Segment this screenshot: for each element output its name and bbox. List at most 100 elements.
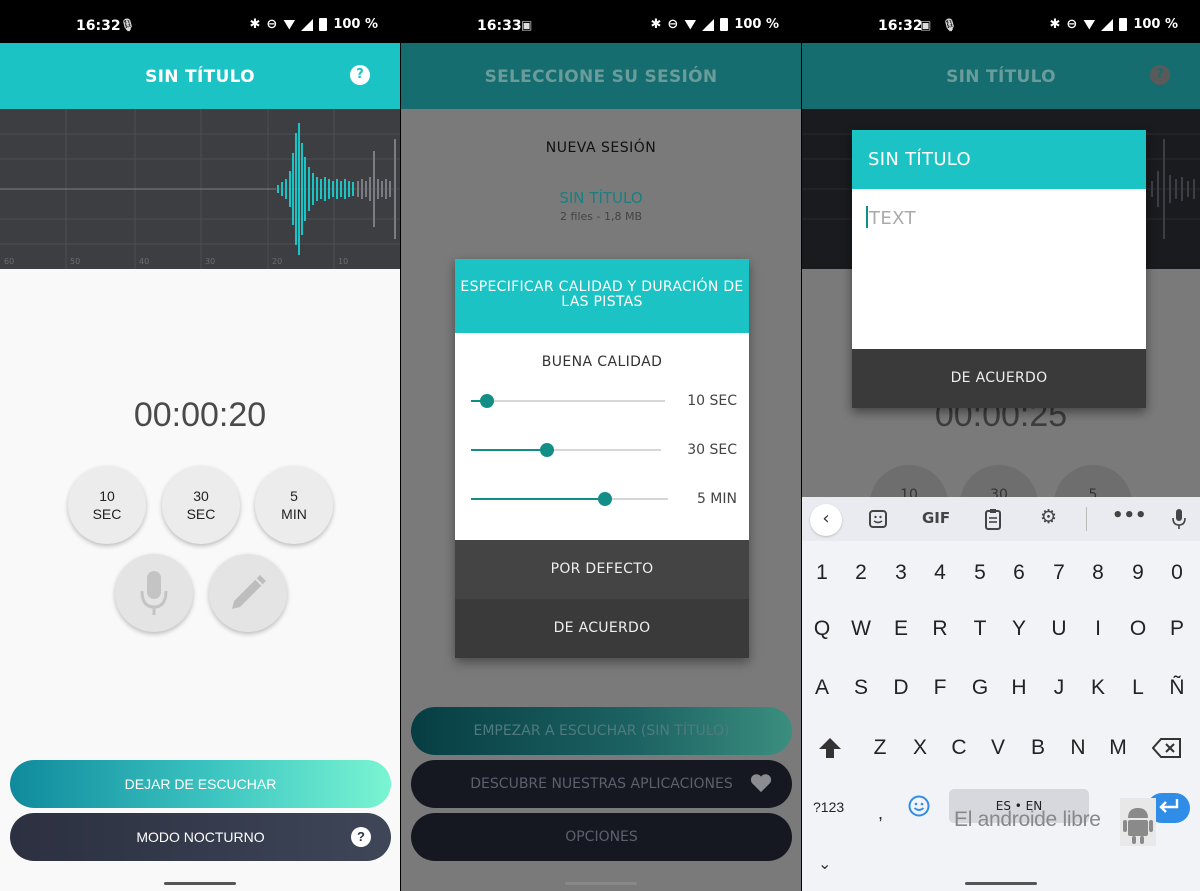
slider-10-sec[interactable]: 10 SEC <box>471 391 737 411</box>
duration-5-min-button[interactable]: 5 MIN <box>255 466 333 544</box>
key[interactable]: W <box>843 609 879 649</box>
session-item-title[interactable]: SIN TÍTULO <box>401 189 801 207</box>
slider-thumb[interactable] <box>540 443 554 457</box>
key[interactable]: U <box>1041 609 1077 649</box>
home-handle[interactable] <box>164 882 236 885</box>
status-bar: 16:32 🎙 ✱ ⊖ 100 % <box>0 0 400 43</box>
key[interactable]: K <box>1080 668 1116 708</box>
key[interactable]: L <box>1120 668 1156 708</box>
ok-button[interactable]: DE ACUERDO <box>852 349 1146 408</box>
gear-icon[interactable]: ⚙ <box>1040 506 1057 528</box>
session-item-info: 2 files - 1,8 MB <box>560 210 642 223</box>
quality-label[interactable]: BUENA CALIDAD <box>455 354 749 370</box>
ok-button[interactable]: DE ACUERDO <box>455 599 749 658</box>
title-input[interactable]: TEXT <box>866 206 916 229</box>
key[interactable]: M <box>1100 728 1136 768</box>
key[interactable]: Z <box>862 728 898 768</box>
new-session-button[interactable]: NUEVA SESIÓN <box>401 140 801 156</box>
key[interactable]: 4 <box>922 553 958 593</box>
key[interactable]: 2 <box>843 553 879 593</box>
clipboard-icon[interactable] <box>984 508 1002 530</box>
chevron-down-icon[interactable]: ⌄ <box>818 854 831 873</box>
edit-button[interactable] <box>209 554 287 632</box>
key[interactable]: Ñ <box>1159 668 1195 708</box>
key[interactable]: X <box>902 728 938 768</box>
nav-bar <box>0 865 400 891</box>
tick-label: 50 <box>70 257 80 266</box>
help-button[interactable]: ? <box>1150 65 1170 85</box>
microphone-icon[interactable] <box>1172 508 1186 530</box>
image-status-icon: ▣ <box>521 18 533 32</box>
duration-unit: SEC <box>92 506 122 522</box>
more-icon[interactable]: ••• <box>1112 505 1147 526</box>
home-handle[interactable] <box>565 882 637 885</box>
key[interactable]: 0 <box>1159 553 1195 593</box>
comma-key[interactable]: , <box>878 803 883 824</box>
key[interactable]: S <box>843 668 879 708</box>
duration-30-sec-button[interactable]: 30 SEC <box>162 466 240 544</box>
backspace-icon[interactable] <box>1152 737 1182 759</box>
key[interactable]: 7 <box>1041 553 1077 593</box>
key[interactable]: O <box>1120 609 1156 649</box>
key[interactable]: 3 <box>883 553 919 593</box>
dnd-icon: ⊖ <box>667 17 679 32</box>
night-mode-button[interactable]: MODO NOCTURNO ? <box>10 813 391 861</box>
default-button[interactable]: POR DEFECTO <box>455 540 749 599</box>
wifi-icon <box>1083 19 1096 30</box>
key[interactable]: B <box>1020 728 1056 768</box>
key[interactable]: 9 <box>1120 553 1156 593</box>
key[interactable]: F <box>922 668 958 708</box>
dnd-icon: ⊖ <box>266 17 278 32</box>
bluetooth-icon: ✱ <box>650 17 662 32</box>
night-mode-help-icon[interactable]: ? <box>351 827 371 847</box>
sticker-icon[interactable] <box>868 509 888 529</box>
chevron-left-icon[interactable]: ‹ <box>810 504 842 536</box>
key[interactable]: H <box>1001 668 1037 708</box>
key[interactable]: 8 <box>1080 553 1116 593</box>
slider-thumb[interactable] <box>597 492 612 506</box>
discover-apps-button[interactable]: DESCUBRE NUESTRAS APLICACIONES <box>411 760 792 808</box>
key[interactable]: P <box>1159 609 1195 649</box>
slider-thumb[interactable] <box>479 394 494 408</box>
waveform-graph: 60 50 40 30 20 10 <box>0 109 400 269</box>
signal-icon <box>702 18 715 31</box>
key[interactable]: J <box>1041 668 1077 708</box>
battery-percent: 100 % <box>333 17 378 32</box>
slider-5-min[interactable]: 5 MIN <box>471 489 737 509</box>
key[interactable]: D <box>883 668 919 708</box>
image-status-icon: ▣ <box>920 18 932 32</box>
slider-fill <box>471 498 605 500</box>
key[interactable]: 1 <box>804 553 840 593</box>
key[interactable]: Y <box>1001 609 1037 649</box>
page-title: SELECCIONE SU SESIÓN <box>484 67 718 87</box>
key[interactable]: I <box>1080 609 1116 649</box>
key[interactable]: A <box>804 668 840 708</box>
key[interactable]: Q <box>804 609 840 649</box>
key[interactable]: R <box>922 609 958 649</box>
key[interactable]: 5 <box>962 553 998 593</box>
page-title: SIN TÍTULO <box>145 67 255 87</box>
shift-icon[interactable] <box>818 737 842 759</box>
stop-listening-button[interactable]: DEJAR DE ESCUCHAR <box>10 760 391 808</box>
key[interactable]: T <box>962 609 998 649</box>
key[interactable]: N <box>1060 728 1096 768</box>
home-handle[interactable] <box>965 882 1037 885</box>
help-button[interactable]: ? <box>350 65 370 85</box>
key[interactable]: E <box>883 609 919 649</box>
duration-10-sec-button[interactable]: 10 SEC <box>68 466 146 544</box>
options-button[interactable]: OPCIONES <box>411 813 792 861</box>
key[interactable]: 6 <box>1001 553 1037 593</box>
mic-status-icon: 🎙 <box>942 18 958 32</box>
soft-keyboard: ‹ GIF ⚙ ••• 1 2 3 4 5 6 7 8 9 0 Q W E R … <box>802 497 1200 891</box>
symbols-key[interactable]: ?123 <box>813 799 844 815</box>
key[interactable]: C <box>941 728 977 768</box>
microphone-button[interactable] <box>115 554 193 632</box>
dnd-icon: ⊖ <box>1066 17 1078 32</box>
key[interactable]: V <box>980 728 1016 768</box>
key[interactable]: G <box>962 668 998 708</box>
start-listening-button[interactable]: EMPEZAR A ESCUCHAR (SIN TÍTULO) <box>411 707 792 755</box>
status-bar: 16:33 ▣ ✱ ⊖ 100 % <box>401 0 801 43</box>
emoji-icon[interactable] <box>908 795 930 817</box>
slider-30-sec[interactable]: 30 SEC <box>471 440 737 460</box>
gif-button[interactable]: GIF <box>922 509 950 527</box>
